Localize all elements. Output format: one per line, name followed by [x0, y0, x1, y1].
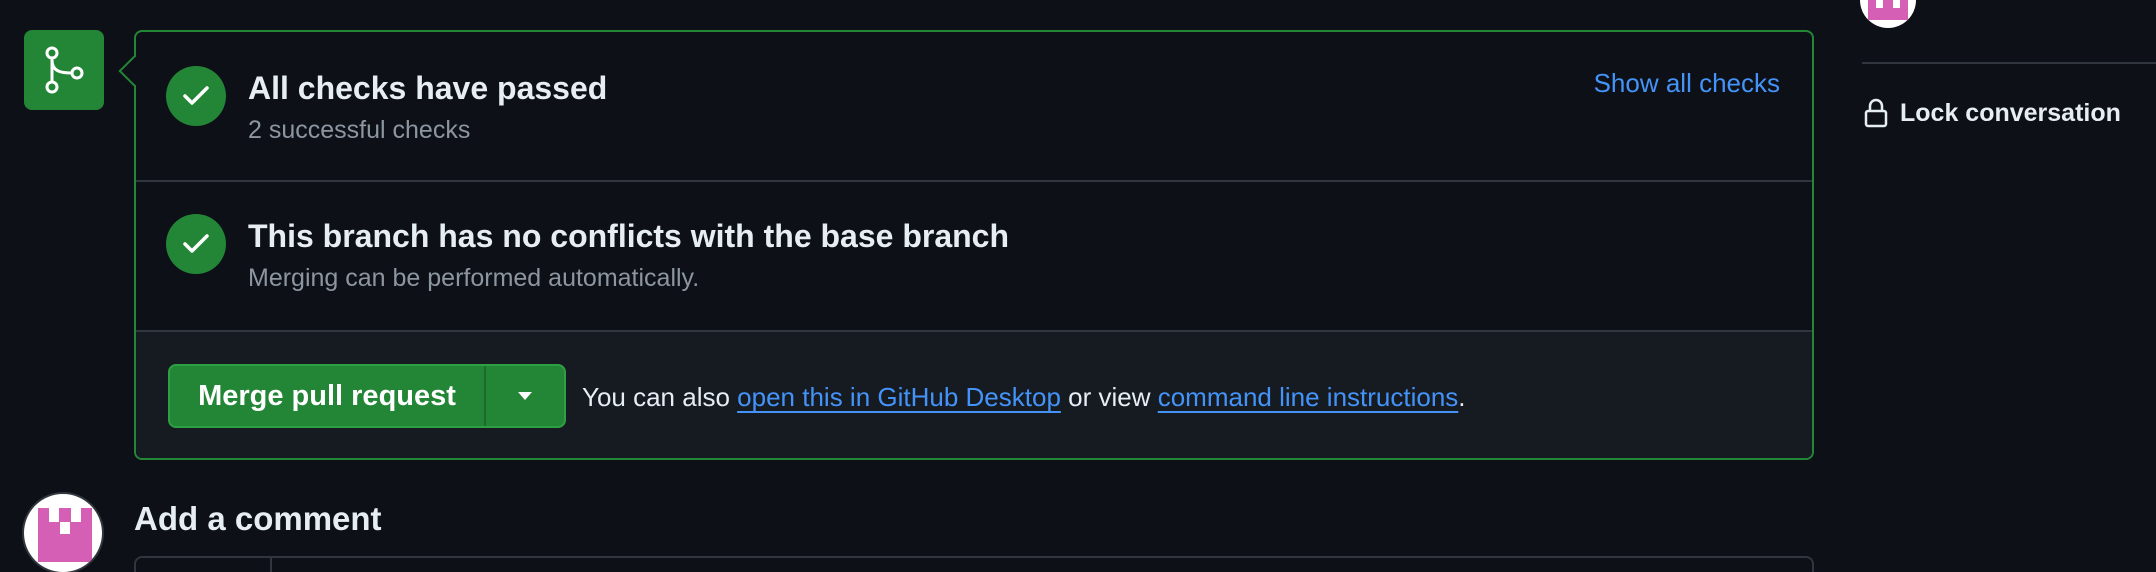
triangle-down-icon [518, 392, 532, 400]
checks-subtitle: 2 successful checks [248, 116, 471, 144]
conflicts-title: This branch has no conflicts with the ba… [248, 218, 1010, 254]
checks-section: All checks have passed 2 successful chec… [136, 32, 1812, 182]
lock-icon [1864, 98, 1888, 128]
conflicts-subtitle: Merging can be performed automatically. [248, 264, 700, 292]
merge-help-text: You can also open this in GitHub Desktop… [582, 382, 1466, 413]
command-line-instructions-link[interactable]: command line instructions [1158, 382, 1459, 412]
merge-help-prefix: You can also [582, 382, 738, 412]
merge-help-middle: or view [1060, 382, 1158, 412]
lock-conversation-label: Lock conversation [1900, 98, 2121, 127]
comment-write-tab[interactable] [136, 558, 272, 572]
lock-conversation-button[interactable]: Lock conversation [1864, 98, 2121, 128]
merge-help-suffix: . [1458, 382, 1466, 412]
merge-box: All checks have passed 2 successful chec… [118, 30, 1814, 460]
conflicts-section: This branch has no conflicts with the ba… [136, 182, 1812, 332]
check-icon [166, 214, 226, 274]
identicon-avatar [38, 508, 92, 562]
checks-title: All checks have passed [248, 70, 608, 106]
add-comment-heading: Add a comment [134, 500, 382, 537]
merge-button-group: Merge pull request [168, 364, 566, 428]
show-all-checks-link[interactable]: Show all checks [1594, 68, 1780, 99]
git-merge-icon [24, 30, 104, 110]
git-merge-icon-glyph [45, 46, 84, 94]
sidebar-divider [1862, 62, 2156, 64]
avatar[interactable] [22, 492, 104, 572]
open-in-desktop-link[interactable]: open this in GitHub Desktop [737, 382, 1061, 412]
identicon-avatar [1868, 0, 1908, 20]
merge-section: Merge pull request You can also open thi… [136, 332, 1812, 458]
avatar[interactable] [1860, 0, 1916, 28]
merge-pull-request-button[interactable]: Merge pull request [170, 366, 486, 426]
comment-editor[interactable] [134, 556, 1814, 572]
check-icon [166, 66, 226, 126]
merge-method-dropdown-button[interactable] [486, 366, 564, 426]
